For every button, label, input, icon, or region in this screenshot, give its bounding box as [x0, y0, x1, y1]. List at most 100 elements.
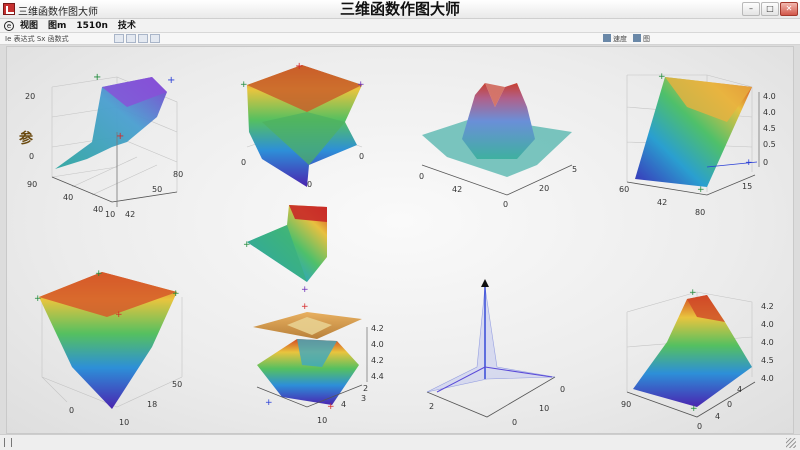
tick-label: 50 — [172, 380, 182, 389]
close-button[interactable]: ✕ — [780, 2, 798, 16]
svg-text:+: + — [697, 185, 705, 195]
plot-canvas[interactable]: + + + 20 0 40 90 40 10 80 50 42 参 + + + … — [6, 46, 794, 434]
toolbar-button-export-icon[interactable] — [138, 34, 148, 43]
tick-label: 80 — [695, 208, 705, 217]
window-title-small: 三维函数作图大师 — [18, 7, 98, 18]
svg-text:+: + — [357, 80, 365, 90]
tick-label: 60 — [619, 185, 629, 194]
title-bar: 三维函数作图大师 三维函数作图大师 – □ ✕ — [0, 0, 800, 19]
tick-label: 2 — [363, 384, 368, 393]
svg-text:+: + — [265, 398, 273, 408]
tick-label: 0 — [727, 400, 732, 409]
toolbar-buttons — [114, 34, 160, 43]
svg-text:+: + — [745, 158, 753, 168]
toolbar-button-grid-icon[interactable] — [114, 34, 124, 43]
tick-label: 4.2 — [761, 302, 774, 311]
tick-label: 4.2 — [371, 356, 384, 365]
tick-label: 90 — [27, 180, 37, 189]
svg-text:+: + — [93, 72, 101, 83]
tick-label: 3 — [361, 394, 366, 403]
toolbar-graph-item[interactable]: 图 — [633, 34, 650, 44]
tick-label: 4.4 — [371, 372, 384, 381]
tick-label: 10 — [317, 416, 327, 425]
svg-text:+: + — [295, 61, 303, 72]
tick-label: 40 — [93, 205, 103, 214]
toolbar-speed-item[interactable]: 速度 — [603, 34, 627, 44]
tick-label: 42 — [125, 210, 135, 219]
plot-5[interactable]: + + — [243, 205, 327, 295]
plot-6[interactable]: + + + + 0 10 18 50 — [34, 269, 183, 427]
menu-item-view[interactable]: 视图 — [20, 19, 38, 33]
app-icon[interactable] — [3, 3, 15, 15]
tick-label: 10 — [119, 418, 129, 427]
tick-label: 15 — [742, 182, 752, 191]
svg-text:+: + — [243, 240, 251, 250]
minimize-button[interactable]: – — [742, 2, 760, 16]
plot-7[interactable]: + + + 4.2 4.0 4.2 4.4 2 4 10 3 — [253, 302, 384, 425]
plot-8[interactable]: 2 0 0 10 — [426, 279, 565, 427]
tick-label: 0 — [241, 158, 246, 167]
tick-label: 4.0 — [763, 92, 776, 101]
tick-label: 0 — [763, 158, 768, 167]
svg-text:+: + — [301, 302, 309, 312]
tick-label: 0 — [697, 422, 702, 431]
svg-text:+: + — [172, 289, 180, 299]
menu-bar: e 视图 图m 1510n 技术 — [0, 19, 800, 33]
tick-label: 20 — [539, 184, 549, 193]
tick-label: 0 — [307, 180, 312, 189]
tick-label: 4.0 — [761, 338, 774, 347]
svg-text:+: + — [658, 72, 666, 82]
tick-label: 2 — [429, 402, 434, 411]
tick-label: 4.5 — [763, 124, 776, 133]
svg-text:+: + — [689, 288, 697, 298]
menu-item-tech[interactable]: 技术 — [118, 19, 136, 33]
tick-label: 42 — [452, 185, 462, 194]
toolbar-status-text: Ie 表达式 Sx 函数式 — [5, 35, 69, 43]
tick-label: 4.5 — [761, 356, 774, 365]
plot-2[interactable]: + + + 0 0 0 — [240, 61, 365, 189]
toolbar-right: 速度 图 — [603, 34, 650, 44]
svg-text:+: + — [167, 75, 175, 86]
plot-1-label: 参 — [19, 130, 34, 147]
window-controls: – □ ✕ — [742, 2, 798, 17]
tick-label: 20 — [25, 92, 35, 101]
tick-label: 0 — [69, 406, 74, 415]
speed-icon — [603, 34, 611, 42]
plot-4[interactable]: + + + 4.0 4.0 4.5 0.5 60 42 15 80 0 — [619, 72, 776, 217]
tick-label: 50 — [152, 185, 162, 194]
svg-text:+: + — [301, 285, 309, 295]
svg-text:+: + — [690, 404, 698, 414]
svg-text:+: + — [240, 80, 248, 90]
svg-text:+: + — [95, 269, 103, 279]
tick-label: 90 — [621, 400, 631, 409]
menu-item-graph[interactable]: 图m — [48, 19, 66, 33]
plot-3[interactable]: 0 42 0 20 5 — [419, 83, 577, 209]
tick-label: 10 — [105, 210, 115, 219]
toolbar: Ie 表达式 Sx 函数式 速度 图 — [0, 33, 800, 45]
toolbar-button-list-icon[interactable] — [126, 34, 136, 43]
tick-label: 0 — [560, 385, 565, 394]
tick-label: 18 — [147, 400, 157, 409]
tick-label: 4 — [715, 412, 720, 421]
maximize-button[interactable]: □ — [761, 2, 779, 16]
status-pane-icon — [4, 438, 12, 447]
menu-item-1510n[interactable]: 1510n — [76, 19, 107, 33]
tick-label: 0 — [512, 418, 517, 427]
tick-label: 0.5 — [763, 140, 776, 149]
plot-9[interactable]: + + 4.2 4.0 4.0 4.5 4.0 90 4 0 4 0 — [621, 288, 774, 431]
tick-label: 10 — [539, 404, 549, 413]
plots-svg: + + + 20 0 40 90 40 10 80 50 42 参 + + + … — [19, 61, 776, 431]
tick-label: 40 — [63, 193, 73, 202]
toolbar-button-more-icon[interactable] — [150, 34, 160, 43]
svg-text:+: + — [116, 131, 124, 142]
menu-logo-icon[interactable]: e — [4, 20, 14, 31]
plot-1[interactable]: + + + 20 0 40 90 40 10 80 50 42 参 — [19, 72, 183, 219]
window-title: 三维函数作图大师 — [339, 0, 460, 18]
tick-label: 0 — [419, 172, 424, 181]
tick-label: 4.0 — [371, 340, 384, 349]
status-bar — [0, 434, 800, 450]
resize-grip-icon[interactable] — [786, 438, 796, 448]
tick-label: 4 — [341, 400, 346, 409]
tick-label: 4.0 — [761, 320, 774, 329]
tick-label: 5 — [572, 165, 577, 174]
